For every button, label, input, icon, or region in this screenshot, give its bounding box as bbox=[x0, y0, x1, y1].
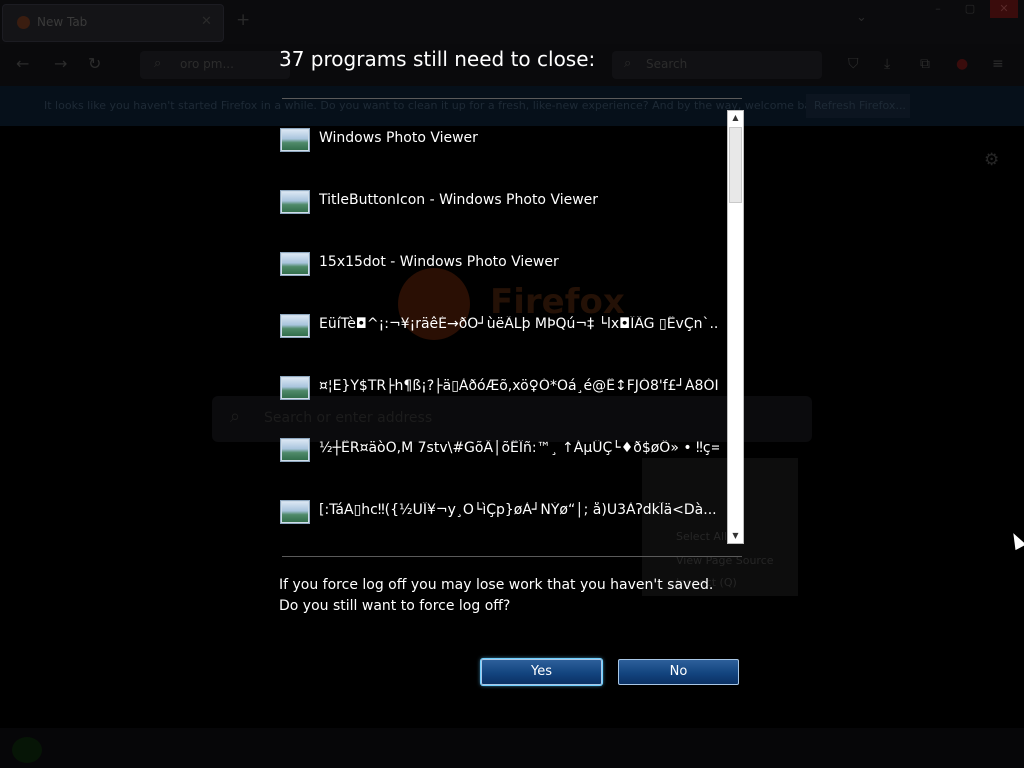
reload-icon[interactable]: ↻ bbox=[88, 54, 101, 73]
yes-button[interactable]: Yes bbox=[481, 659, 602, 685]
program-list-scrollbar[interactable]: ▲ ▼ bbox=[727, 110, 744, 544]
program-name: 15x15dot - Windows Photo Viewer bbox=[319, 254, 559, 270]
forward-icon[interactable]: → bbox=[54, 54, 67, 73]
list-item[interactable]: [:TáA▯hc‼({½ÜÏ¥¬y¸O└ìÇp}øÀ┘NÝø“│; å)U3Àʔ… bbox=[278, 494, 728, 534]
new-tab-icon[interactable]: + bbox=[236, 10, 250, 30]
scroll-thumb[interactable] bbox=[729, 127, 742, 203]
program-list: Windows Photo Viewer TitleButtonIcon - W… bbox=[278, 108, 728, 544]
search-icon: ⌕ bbox=[624, 56, 632, 71]
bottom-divider bbox=[282, 556, 742, 557]
program-name: Windows Photo Viewer bbox=[319, 130, 478, 146]
photo-viewer-icon bbox=[280, 190, 310, 214]
list-item[interactable]: ¤¦E}Y$TR├h¶ß¡?├ä▯ÀðóÆõ,xö♀Ó*Öá¸é@Ë↕FJÓ8'… bbox=[278, 370, 728, 410]
refresh-firefox-button[interactable]: Refresh Firefox... bbox=[806, 94, 910, 118]
list-all-tabs-icon[interactable]: ⌄ bbox=[856, 10, 867, 25]
tab-title: New Tab bbox=[37, 15, 88, 29]
program-name: ¤¦E}Y$TR├h¶ß¡?├ä▯ÀðóÆõ,xö♀Ó*Öá¸é@Ë↕FJÓ8'… bbox=[319, 378, 719, 394]
photo-viewer-icon bbox=[280, 128, 310, 152]
no-button[interactable]: No bbox=[618, 659, 739, 685]
minimize-icon[interactable]: – bbox=[924, 0, 952, 18]
window-close-icon[interactable]: ✕ bbox=[990, 0, 1018, 18]
program-name: TitleButtonIcon - Windows Photo Viewer bbox=[319, 192, 599, 208]
search-box[interactable]: ⌕ Search bbox=[612, 51, 822, 79]
confirm-question: Do you still want to force log off? bbox=[279, 598, 511, 614]
top-divider bbox=[282, 98, 742, 99]
search-icon: ⌕ bbox=[230, 406, 241, 427]
taskbar bbox=[0, 728, 1024, 768]
list-item[interactable]: TitleButtonIcon - Windows Photo Viewer bbox=[278, 184, 728, 224]
firefox-tab-icon bbox=[17, 16, 30, 29]
photo-viewer-icon bbox=[280, 500, 310, 524]
program-name: ½┼ËR¤äòÖ,M 7stv\#GõÄ│õËÎñ:™¸ ↑ÁµÛÇ└♦ð$øÔ… bbox=[319, 440, 719, 456]
search-icon: ⌕ bbox=[154, 56, 162, 71]
maximize-icon[interactable]: ▢ bbox=[956, 0, 984, 18]
gear-icon[interactable]: ⚙ bbox=[984, 150, 999, 170]
download-icon[interactable]: ⤓ bbox=[884, 56, 890, 72]
close-tab-icon[interactable]: ✕ bbox=[201, 14, 212, 29]
tab-bar: New Tab ✕ + ⌄ – ▢ ✕ bbox=[0, 0, 1024, 44]
tab-new-tab[interactable]: New Tab ✕ bbox=[2, 4, 224, 42]
photo-viewer-icon bbox=[280, 314, 310, 338]
photo-viewer-icon bbox=[280, 376, 310, 400]
list-item[interactable]: Windows Photo Viewer bbox=[278, 122, 728, 162]
url-bar[interactable]: ⌕ oro pm... bbox=[140, 51, 290, 79]
shield-icon[interactable]: ⛉ bbox=[848, 56, 859, 72]
menu-icon[interactable]: ≡ bbox=[992, 56, 1004, 72]
extensions-icon[interactable]: ⧉ bbox=[920, 56, 930, 72]
warning-text: If you force log off you may lose work t… bbox=[279, 577, 714, 593]
addon-icon[interactable]: ● bbox=[956, 56, 968, 72]
program-name: [:TáA▯hc‼({½ÜÏ¥¬y¸O└ìÇp}øÀ┘NÝø“│; å)U3Àʔ… bbox=[319, 502, 717, 518]
back-icon[interactable]: ← bbox=[16, 54, 29, 73]
photo-viewer-icon bbox=[280, 252, 310, 276]
start-button-icon[interactable] bbox=[12, 737, 42, 763]
scroll-down-icon[interactable]: ▼ bbox=[729, 529, 742, 543]
list-item[interactable]: EüíTè◘^¡:¬¥¡räêÉ→ðÕ┘ùëÃLþ MÞQú¬‡ └lx◘ÏÄG… bbox=[278, 308, 728, 348]
list-item[interactable]: ½┼ËR¤äòÖ,M 7stv\#GõÄ│õËÎñ:™¸ ↑ÁµÛÇ└♦ð$øÔ… bbox=[278, 432, 728, 472]
search-placeholder: Search bbox=[646, 57, 688, 71]
program-name: EüíTè◘^¡:¬¥¡räêÉ→ðÕ┘ùëÃLþ MÞQú¬‡ └lx◘ÏÄG… bbox=[319, 316, 719, 332]
photo-viewer-icon bbox=[280, 438, 310, 462]
list-item[interactable]: 15x15dot - Windows Photo Viewer bbox=[278, 246, 728, 286]
scroll-up-icon[interactable]: ▲ bbox=[729, 111, 742, 125]
url-text: oro pm... bbox=[180, 57, 234, 71]
dialog-title: 37 programs still need to close: bbox=[279, 47, 596, 71]
